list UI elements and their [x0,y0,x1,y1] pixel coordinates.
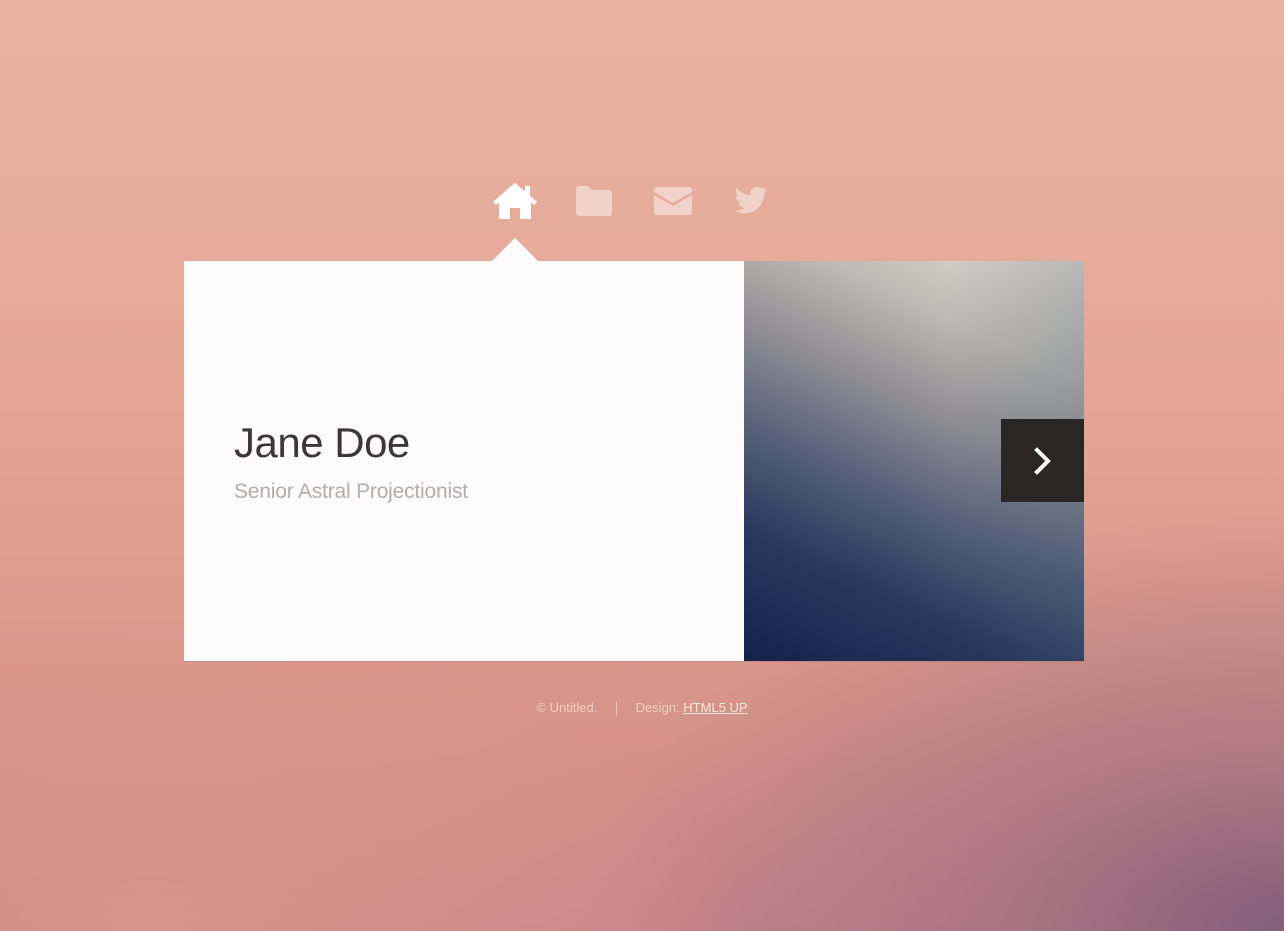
copyright-text: © Untitled. [536,700,598,715]
nav-contact[interactable] [648,178,698,224]
nav-portfolio[interactable] [569,178,619,224]
footer: © Untitled. Design: HTML5 UP [0,700,1284,717]
profile-text: Jane Doe Senior Astral Projectionist [234,419,468,505]
design-credit-link[interactable]: HTML5 UP [683,700,747,715]
home-icon [493,183,537,219]
folder-icon [576,186,612,216]
twitter-icon [734,186,768,214]
chevron-right-icon [1033,446,1051,475]
design-label: Design: [635,700,680,715]
next-button[interactable] [1001,419,1084,502]
nav-home[interactable] [490,178,540,224]
mail-icon [654,187,692,215]
nav-twitter[interactable] [726,178,776,224]
profile-role: Senior Astral Projectionist [234,480,468,503]
active-nav-pointer [492,238,538,261]
main-nav [0,178,1284,228]
footer-divider [615,701,617,717]
profile-card: Jane Doe Senior Astral Projectionist [184,261,1084,661]
profile-name: Jane Doe [234,419,410,466]
